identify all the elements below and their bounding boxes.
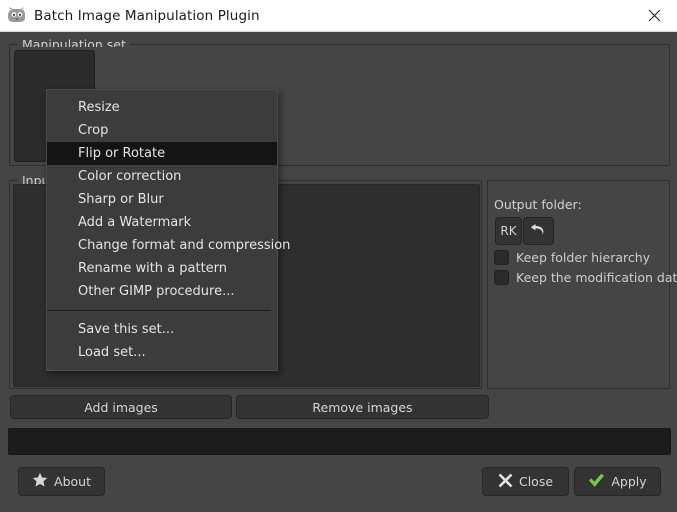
- menu-item-save-this-set-label: Save this set...: [78, 322, 175, 337]
- menu-item-change-format-and-compression-label: Change format and compression: [78, 238, 291, 253]
- menu-item-other-gimp-procedure[interactable]: Other GIMP procedure...: [47, 280, 277, 303]
- x-icon: [498, 473, 513, 491]
- menu-item-add-a-watermark[interactable]: Add a Watermark: [47, 211, 277, 234]
- menu-item-save-this-set[interactable]: Save this set...: [47, 318, 277, 341]
- output-folder-undo-button[interactable]: [523, 217, 554, 245]
- add-images-label: Add images: [84, 399, 158, 415]
- menu-item-sharp-or-blur[interactable]: Sharp or Blur: [47, 188, 277, 211]
- keep-folder-hierarchy-row[interactable]: Keep folder hierarchy: [494, 250, 650, 265]
- progress-bar: [8, 428, 671, 455]
- about-label: About: [54, 474, 91, 489]
- menu-item-resize-label: Resize: [78, 100, 120, 115]
- output-folder-rk-label: RK: [500, 224, 517, 238]
- window-title: Batch Image Manipulation Plugin: [34, 7, 260, 24]
- apply-label: Apply: [611, 474, 647, 489]
- menu-item-other-gimp-procedure-label: Other GIMP procedure...: [78, 284, 235, 299]
- titlebar: Batch Image Manipulation Plugin: [0, 0, 677, 32]
- output-folder-label: Output folder:: [494, 197, 582, 212]
- undo-arrow-icon: [530, 223, 547, 240]
- about-button[interactable]: About: [18, 467, 105, 496]
- output-folder-rk-button[interactable]: RK: [495, 217, 522, 245]
- context-menu[interactable]: Resize Crop Flip or Rotate Color correct…: [46, 89, 290, 371]
- menu-item-change-format-and-compression[interactable]: Change format and compression: [47, 234, 290, 257]
- plugin-window: Batch Image Manipulation Plugin Manipula…: [0, 0, 677, 512]
- close-icon[interactable]: [631, 0, 677, 30]
- menu-separator: [47, 310, 271, 311]
- menu-item-crop-label: Crop: [78, 123, 109, 138]
- menu-item-load-set[interactable]: Load set...: [47, 341, 277, 364]
- close-label: Close: [518, 474, 554, 489]
- menu-item-flip-or-rotate-label: Flip or Rotate: [78, 146, 166, 161]
- apply-button[interactable]: Apply: [574, 467, 661, 496]
- keep-folder-hierarchy-label: Keep folder hierarchy: [516, 250, 651, 265]
- menu-item-sharp-or-blur-label: Sharp or Blur: [78, 192, 164, 207]
- close-button[interactable]: Close: [482, 467, 569, 496]
- menu-item-load-set-label: Load set...: [78, 345, 146, 360]
- keep-modification-dates-row[interactable]: Keep the modification dates: [494, 270, 677, 285]
- keep-modification-dates-label: Keep the modification dates: [516, 270, 677, 285]
- star-icon: [32, 472, 48, 491]
- keep-modification-dates-checkbox[interactable]: [494, 270, 509, 285]
- remove-images-label: Remove images: [312, 399, 413, 415]
- menu-item-resize[interactable]: Resize: [47, 96, 277, 119]
- menu-item-color-correction[interactable]: Color correction: [47, 165, 277, 188]
- menu-item-crop[interactable]: Crop: [47, 119, 277, 142]
- menu-item-flip-or-rotate[interactable]: Flip or Rotate: [47, 142, 277, 165]
- keep-folder-hierarchy-checkbox[interactable]: [494, 250, 509, 265]
- menu-item-add-a-watermark-label: Add a Watermark: [78, 215, 192, 230]
- check-icon: [588, 473, 605, 491]
- add-images-button[interactable]: Add images: [10, 395, 232, 419]
- menu-item-rename-with-a-pattern-label: Rename with a pattern: [78, 261, 228, 276]
- output-folder-content: Output folder: RK Keep folder hierarchy …: [491, 184, 677, 385]
- menu-item-rename-with-a-pattern[interactable]: Rename with a pattern: [47, 257, 277, 280]
- output-folder-group: Output folder: RK Keep folder hierarchy …: [487, 180, 677, 389]
- remove-images-button[interactable]: Remove images: [236, 395, 489, 419]
- menu-item-color-correction-label: Color correction: [78, 169, 182, 184]
- wilber-icon: [6, 6, 26, 26]
